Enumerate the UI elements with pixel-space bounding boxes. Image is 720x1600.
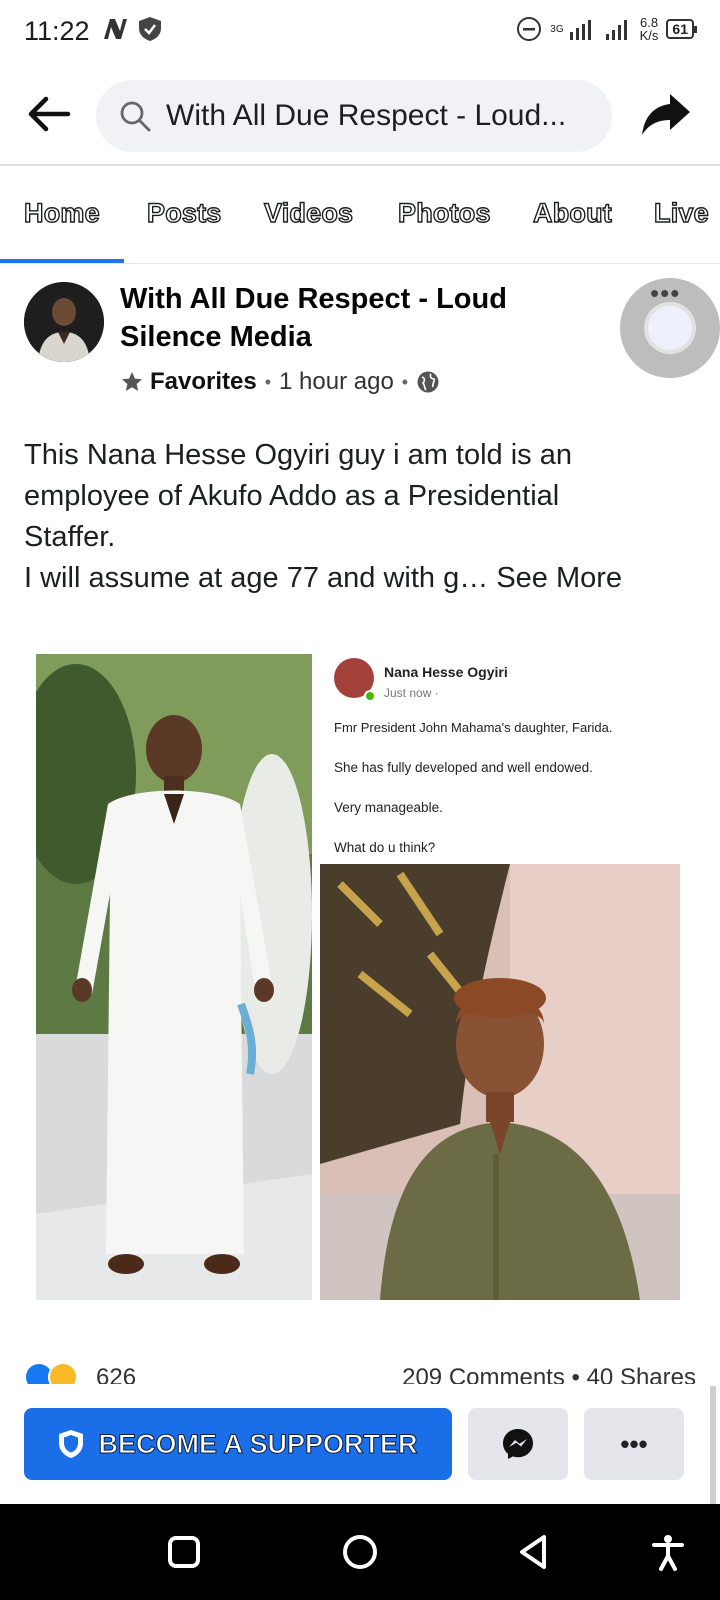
become-supporter-button[interactable]: BECOME A SUPPORTER <box>24 1408 452 1480</box>
embedded-line: Fmr President John Mahama's daughter, Fa… <box>334 720 613 735</box>
shield-icon <box>139 17 161 41</box>
page-header: With All Due Respect - Loud... <box>0 64 720 166</box>
tab-live[interactable]: Live <box>653 197 709 229</box>
tab-posts[interactable]: Posts <box>146 197 222 229</box>
recent-apps-icon[interactable] <box>164 1532 204 1572</box>
messenger-icon <box>503 1429 533 1459</box>
globe-icon <box>417 371 439 393</box>
status-time: 11:22 <box>24 16 90 46</box>
signal-icon <box>569 20 591 40</box>
battery-indicator: 61 <box>666 19 697 39</box>
tab-videos[interactable]: Videos <box>263 197 353 229</box>
post-text: This Nana Hesse Ogyiri guy i am told is … <box>24 435 704 599</box>
tab-home[interactable]: Home <box>23 197 100 229</box>
favorites-label: Favorites <box>150 368 257 395</box>
post-image[interactable]: Nana Hesse Ogyiri Just now · Fmr Preside… <box>36 652 686 1300</box>
embedded-line: Very manageable. <box>334 800 443 815</box>
see-more-link[interactable]: See More <box>496 562 622 594</box>
post-time: 1 hour ago <box>279 368 394 395</box>
accessibility-icon[interactable] <box>648 1532 688 1572</box>
dnd-icon <box>517 17 542 41</box>
star-icon <box>122 372 142 391</box>
avatar-image <box>24 282 104 362</box>
signal-icon-2 <box>605 20 627 40</box>
comments-shares[interactable]: 209 Comments • 40 Shares <box>402 1364 696 1384</box>
post-text-line-last: I will assume at age 77 and with g… See … <box>24 562 623 594</box>
back-nav-icon[interactable] <box>514 1532 554 1572</box>
search-icon <box>120 101 151 132</box>
reaction-count: 626 <box>96 1364 137 1384</box>
online-dot <box>364 690 376 702</box>
embedded-line: What do u think? <box>334 840 436 855</box>
search-text: With All Due Respect - Loud... <box>166 99 567 132</box>
tab-about[interactable]: About <box>532 197 612 229</box>
page-name[interactable]: With All Due Respect - Loud Silence Medi… <box>120 280 560 356</box>
more-dots-icon: ••• <box>650 278 681 308</box>
messenger-button[interactable] <box>468 1408 568 1480</box>
status-bar: 11:22 3G 6.8 K/s 61 <box>0 0 720 64</box>
embedded-post-screenshot: Nana Hesse Ogyiri Just now · Fmr Preside… <box>320 652 686 1300</box>
page-avatar[interactable] <box>24 282 104 362</box>
home-nav-icon[interactable] <box>340 1532 380 1572</box>
active-tab-indicator <box>0 259 124 263</box>
meta-separator-2: • <box>401 371 409 392</box>
reactions-summary[interactable]: 626 209 Comments • 40 Shares <box>24 1362 696 1384</box>
post-text-line: This Nana Hesse Ogyiri guy i am told is … <box>24 439 572 471</box>
back-arrow-icon[interactable] <box>24 90 72 138</box>
post-options-button[interactable]: ••• <box>620 278 720 378</box>
share-icon[interactable] <box>640 90 692 138</box>
become-supporter-label: BECOME A SUPPORTER <box>98 1428 418 1459</box>
page-tabs: Home Posts Videos Photos About Live <box>0 168 720 264</box>
page-action-bar: BECOME A SUPPORTER ••• <box>0 1386 720 1504</box>
embedded-time: Just now · <box>384 686 439 700</box>
more-actions-button[interactable]: ••• <box>584 1408 684 1480</box>
post-meta: Favorites • 1 hour ago • <box>120 368 440 396</box>
post-text-line: Staffer. <box>24 521 116 553</box>
post-text-line: employee of Akufo Addo as a Presidential <box>24 480 560 512</box>
net-speed: 6.8 K/s <box>639 15 659 43</box>
android-nav-bar <box>0 1504 720 1600</box>
embedded-line: She has fully developed and well endowed… <box>334 760 593 775</box>
haha-reaction-icon <box>48 1362 78 1384</box>
notification-n-icon <box>104 19 127 39</box>
meta-separator: • <box>264 371 272 392</box>
tab-photos[interactable]: Photos <box>397 197 491 229</box>
supporter-badge-icon <box>59 1430 84 1458</box>
signal-3g-label: 3G <box>550 23 564 35</box>
embedded-author: Nana Hesse Ogyiri <box>384 664 508 680</box>
search-bar[interactable]: With All Due Respect - Loud... <box>96 80 612 152</box>
assistive-touch-overlay[interactable] <box>644 302 696 354</box>
photo-man-in-white <box>36 654 312 1300</box>
scrollbar[interactable] <box>710 1386 716 1504</box>
photo-woman-portrait <box>320 864 680 1300</box>
